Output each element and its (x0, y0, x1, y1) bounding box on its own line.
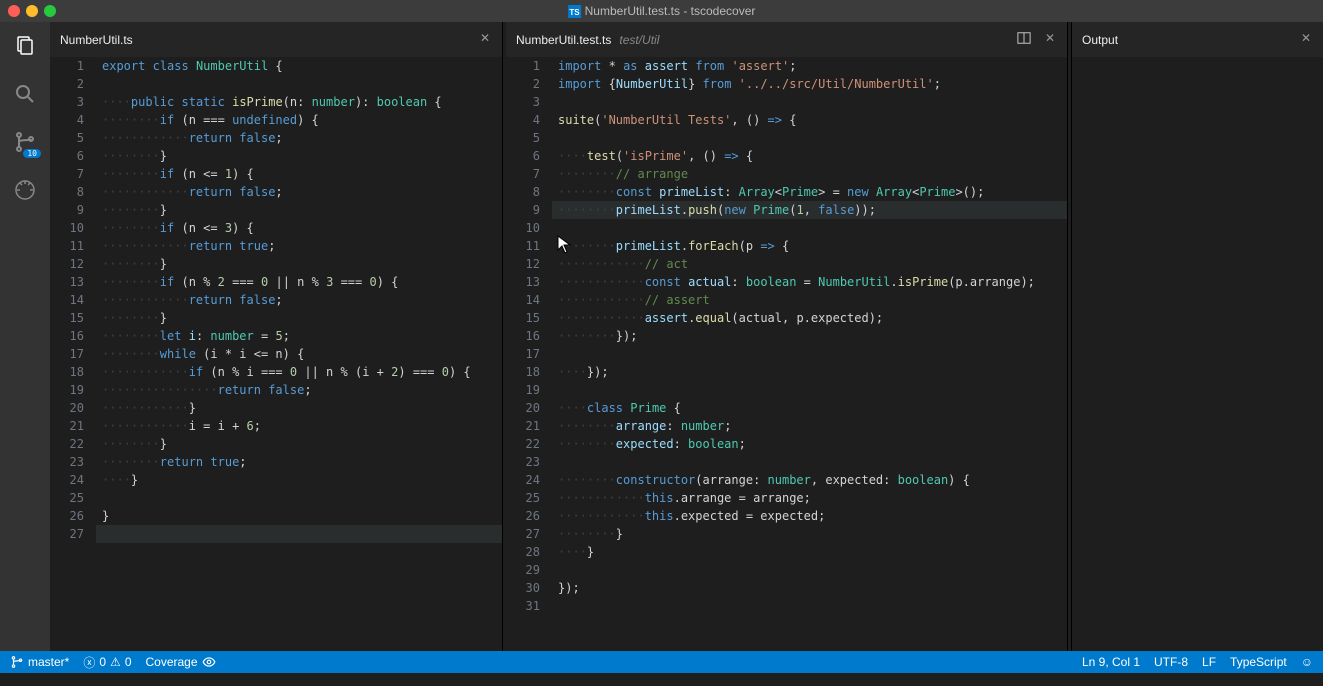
close-icon[interactable]: ✕ (480, 31, 490, 45)
titlebar: TS NumberUtil.test.ts - tscodecover (0, 0, 1323, 22)
recording-indicator (8, 22, 21, 35)
tab-right-label: NumberUtil.test.ts (516, 33, 611, 47)
branch-name: master* (28, 655, 69, 669)
language-status[interactable]: TypeScript (1230, 655, 1287, 669)
code-editor-right[interactable]: 1234567891011121314151617181920212223242… (506, 57, 1067, 651)
tab-right[interactable]: NumberUtil.test.ts test/Util ✕ (506, 22, 1067, 57)
minimize-window-button[interactable] (26, 5, 38, 17)
window-controls (8, 5, 56, 17)
tab-output[interactable]: Output ✕ (1072, 22, 1323, 57)
problems-status[interactable]: ⓧ0 ⚠0 (83, 654, 131, 671)
git-branch-status[interactable]: master* (10, 655, 69, 669)
editor-group-right: NumberUtil.test.ts test/Util ✕ 123456789… (506, 22, 1067, 651)
window-title: TS NumberUtil.test.ts - tscodecover (568, 4, 756, 18)
coverage-status[interactable]: Coverage (146, 655, 216, 669)
git-icon[interactable]: 10 (11, 128, 39, 156)
status-bar: master* ⓧ0 ⚠0 Coverage Ln 9, Col 1 UTF-8… (0, 651, 1323, 673)
activity-bar: 10 (0, 22, 50, 651)
error-count: 0 (99, 655, 106, 669)
window-title-text: NumberUtil.test.ts - tscodecover (585, 4, 756, 18)
tab-left-label: NumberUtil.ts (60, 33, 133, 47)
feedback-icon[interactable]: ☺ (1301, 655, 1313, 669)
code-editor-left[interactable]: 1234567891011121314151617181920212223242… (50, 57, 502, 651)
explorer-icon[interactable] (11, 32, 39, 60)
close-icon[interactable]: ✕ (1301, 31, 1311, 45)
git-badge: 10 (23, 149, 41, 158)
editor-group-left: NumberUtil.ts ✕ 123456789101112131415161… (50, 22, 502, 651)
close-window-button[interactable] (8, 5, 20, 17)
gutter-left: 1234567891011121314151617181920212223242… (50, 57, 96, 651)
encoding-status[interactable]: UTF-8 (1154, 655, 1188, 669)
eol-status[interactable]: LF (1202, 655, 1216, 669)
tab-left[interactable]: NumberUtil.ts ✕ (50, 22, 502, 57)
zoom-window-button[interactable] (44, 5, 56, 17)
output-title: Output (1082, 33, 1118, 47)
search-icon[interactable] (11, 80, 39, 108)
close-icon[interactable]: ✕ (1045, 31, 1055, 45)
ts-file-icon: TS (568, 5, 581, 18)
coverage-label: Coverage (146, 655, 198, 669)
debug-icon[interactable] (11, 176, 39, 204)
gutter-right: 1234567891011121314151617181920212223242… (506, 57, 552, 651)
tab-right-path: test/Util (619, 33, 659, 47)
split-editor-icon[interactable] (1017, 31, 1031, 48)
warning-count: 0 (125, 655, 132, 669)
code-left[interactable]: export class NumberUtil {····public stat… (96, 57, 502, 651)
output-panel: Output ✕ (1071, 22, 1323, 651)
cursor-position-status[interactable]: Ln 9, Col 1 (1082, 655, 1140, 669)
code-right[interactable]: import * as assert from 'assert';import … (552, 57, 1067, 651)
